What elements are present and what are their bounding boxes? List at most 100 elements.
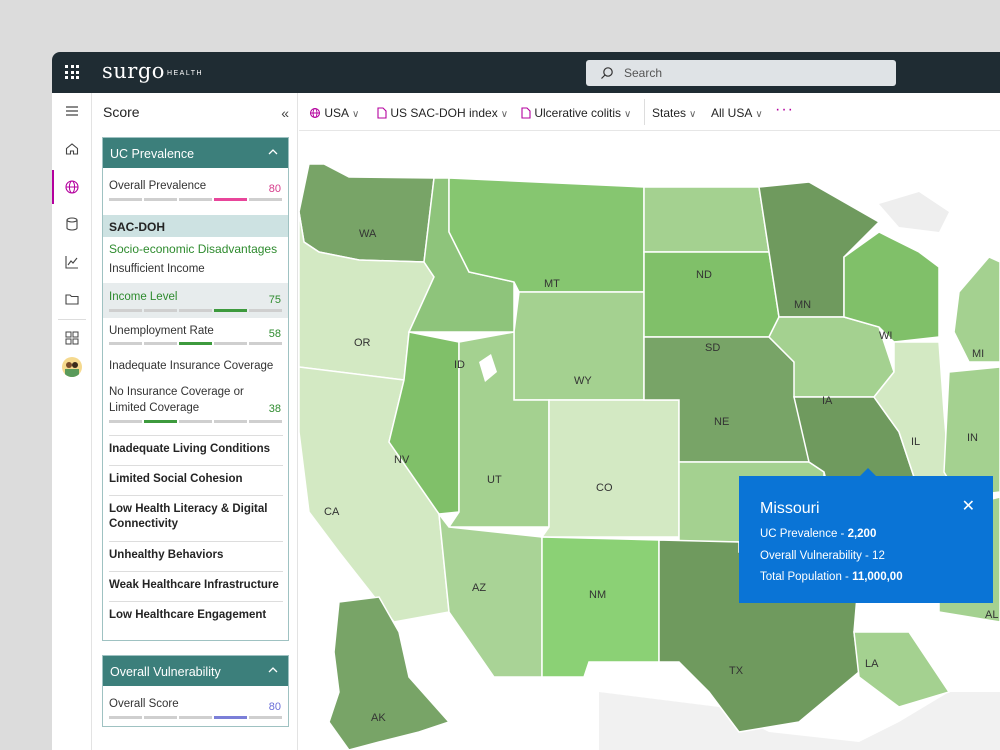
tooltip-pointer — [860, 468, 876, 476]
label-id: ID — [454, 359, 465, 371]
overall-prevalence-row[interactable]: Overall Prevalence 80 — [103, 168, 288, 215]
label-az: AZ — [472, 582, 486, 594]
index-filter[interactable]: US SAC-DOH index ∨ — [377, 106, 508, 120]
category-health-literacy[interactable]: Low Health Literacy & Digital Connectivit… — [109, 495, 283, 532]
search-box[interactable]: Search — [586, 60, 896, 86]
category-healthcare-infrastructure[interactable]: Weak Healthcare Infrastructure — [109, 571, 283, 593]
tooltip-population: Total Population - 11,000,00 — [760, 571, 903, 583]
state-nd[interactable] — [643, 186, 770, 253]
label-ia: IA — [822, 395, 833, 407]
category-living-conditions[interactable]: Inadequate Living Conditions — [109, 435, 283, 457]
category-healthcare-engagement[interactable]: Low Healthcare Engagement — [109, 601, 283, 623]
us-map[interactable]: WA OR CA ID NV MT WY UT AZ CO NM ND SD N… — [299, 132, 1000, 750]
label-in: IN — [967, 432, 978, 444]
chevron-down-icon: ∨ — [755, 109, 763, 120]
home-icon[interactable] — [64, 141, 80, 157]
active-indicator — [52, 170, 54, 204]
bar-segment — [144, 198, 177, 201]
bar-segment — [144, 309, 177, 312]
state-mi[interactable] — [953, 256, 1000, 363]
overall-prevalence-bar — [109, 198, 282, 201]
label-la: LA — [865, 658, 879, 670]
label-ut: UT — [487, 474, 502, 486]
unemployment-label: Unemployment Rate — [109, 325, 214, 337]
app-window: surgo HEALTH Search Score « UC Prevalence — [52, 52, 1000, 750]
bar-segment — [214, 420, 247, 423]
overall-prevalence-value: 80 — [268, 183, 281, 195]
bar-segment — [214, 342, 247, 345]
bar-segment — [179, 716, 212, 719]
label-wi: WI — [879, 330, 892, 342]
state-nm[interactable] — [541, 536, 660, 678]
menu-icon[interactable] — [64, 103, 80, 119]
chart-icon[interactable] — [64, 254, 80, 270]
collapse-panel-icon[interactable]: « — [281, 105, 289, 121]
level-filter-label: States — [652, 106, 687, 120]
folder-icon[interactable] — [64, 291, 80, 307]
no-insurance-label-line2: Limited Coverage — [109, 402, 200, 414]
chevron-up-icon[interactable] — [268, 147, 278, 157]
label-il: IL — [911, 436, 920, 448]
unemployment-row[interactable]: Unemployment Rate 58 — [103, 318, 288, 353]
label-ca: CA — [324, 506, 340, 518]
state-tooltip: Missouri ✕ UC Prevalence - 2,200 Overall… — [739, 468, 993, 603]
level-filter[interactable]: States ∨ — [652, 106, 696, 120]
toolbar-divider — [644, 99, 645, 125]
tooltip-uc-value: 2,200 — [847, 528, 877, 540]
condition-filter[interactable]: Ulcerative colitis ∨ — [521, 106, 631, 120]
tooltip-vulnerability: Overall Vulnerability - 12 — [760, 550, 885, 562]
chevron-down-icon: ∨ — [689, 109, 697, 120]
bar-segment — [249, 198, 282, 201]
choropleth-map[interactable]: WA OR CA ID NV MT WY UT AZ CO NM ND SD N… — [299, 132, 1000, 750]
globe-icon[interactable] — [64, 179, 80, 195]
bar-segment — [144, 716, 177, 719]
income-level-row[interactable]: Income Level 75 — [103, 283, 288, 318]
category-unhealthy-behaviors[interactable]: Unhealthy Behaviors — [109, 541, 283, 563]
tooltip-title: Missouri — [760, 500, 820, 517]
bar-segment — [109, 342, 142, 345]
overall-vulnerability-header[interactable]: Overall Vulnerability — [103, 656, 288, 686]
uc-prevalence-title: UC Prevalence — [110, 147, 195, 161]
region-filter-label: USA — [324, 106, 350, 120]
brand-logo: surgo HEALTH — [102, 59, 204, 83]
chevron-down-icon: ∨ — [624, 109, 632, 120]
label-mt: MT — [544, 278, 560, 290]
bar-segment — [249, 309, 282, 312]
bar-segment — [249, 420, 282, 423]
bar-segment — [249, 342, 282, 345]
income-level-value: 75 — [268, 294, 281, 306]
uc-prevalence-card: UC Prevalence Overall Prevalence 80 SAC-… — [102, 137, 289, 641]
database-icon[interactable] — [64, 216, 80, 232]
chevron-up-icon[interactable] — [268, 665, 278, 675]
top-bar: surgo HEALTH Search — [52, 52, 1000, 93]
document-icon — [521, 107, 531, 119]
avatar[interactable] — [62, 357, 82, 377]
more-options-icon[interactable]: ··· — [775, 101, 794, 119]
close-icon[interactable]: ✕ — [962, 496, 975, 516]
bar-segment — [214, 198, 247, 201]
uc-prevalence-header[interactable]: UC Prevalence — [103, 138, 288, 168]
scope-filter[interactable]: All USA ∨ — [711, 106, 763, 120]
state-wa[interactable] — [299, 163, 435, 263]
state-co[interactable] — [540, 399, 680, 538]
label-co: CO — [596, 482, 613, 494]
no-insurance-row[interactable]: No Insurance Coverage or Limited Coverage… — [103, 381, 288, 425]
canada-shoreline — [879, 192, 949, 232]
category-social-cohesion[interactable]: Limited Social Cohesion — [109, 465, 283, 487]
tooltip-pop-value: 11,000,00 — [852, 571, 903, 583]
no-insurance-value: 38 — [268, 403, 281, 415]
label-al: AL — [985, 609, 998, 621]
income-level-bar — [109, 309, 282, 312]
bar-segment — [179, 198, 212, 201]
no-insurance-label: No Insurance Coverage or Limited Coverage — [109, 384, 244, 416]
bar-segment — [144, 342, 177, 345]
search-input[interactable]: Search — [624, 66, 662, 80]
state-sd[interactable] — [643, 251, 780, 338]
overall-score-row[interactable]: Overall Score 80 — [103, 686, 288, 726]
globe-icon — [309, 107, 321, 119]
region-filter[interactable]: USA ∨ — [309, 106, 359, 120]
overall-prevalence-label: Overall Prevalence — [109, 180, 207, 192]
app-launcher-icon[interactable] — [65, 65, 79, 79]
chevron-down-icon: ∨ — [352, 109, 360, 120]
apps-grid-icon[interactable] — [64, 330, 80, 346]
